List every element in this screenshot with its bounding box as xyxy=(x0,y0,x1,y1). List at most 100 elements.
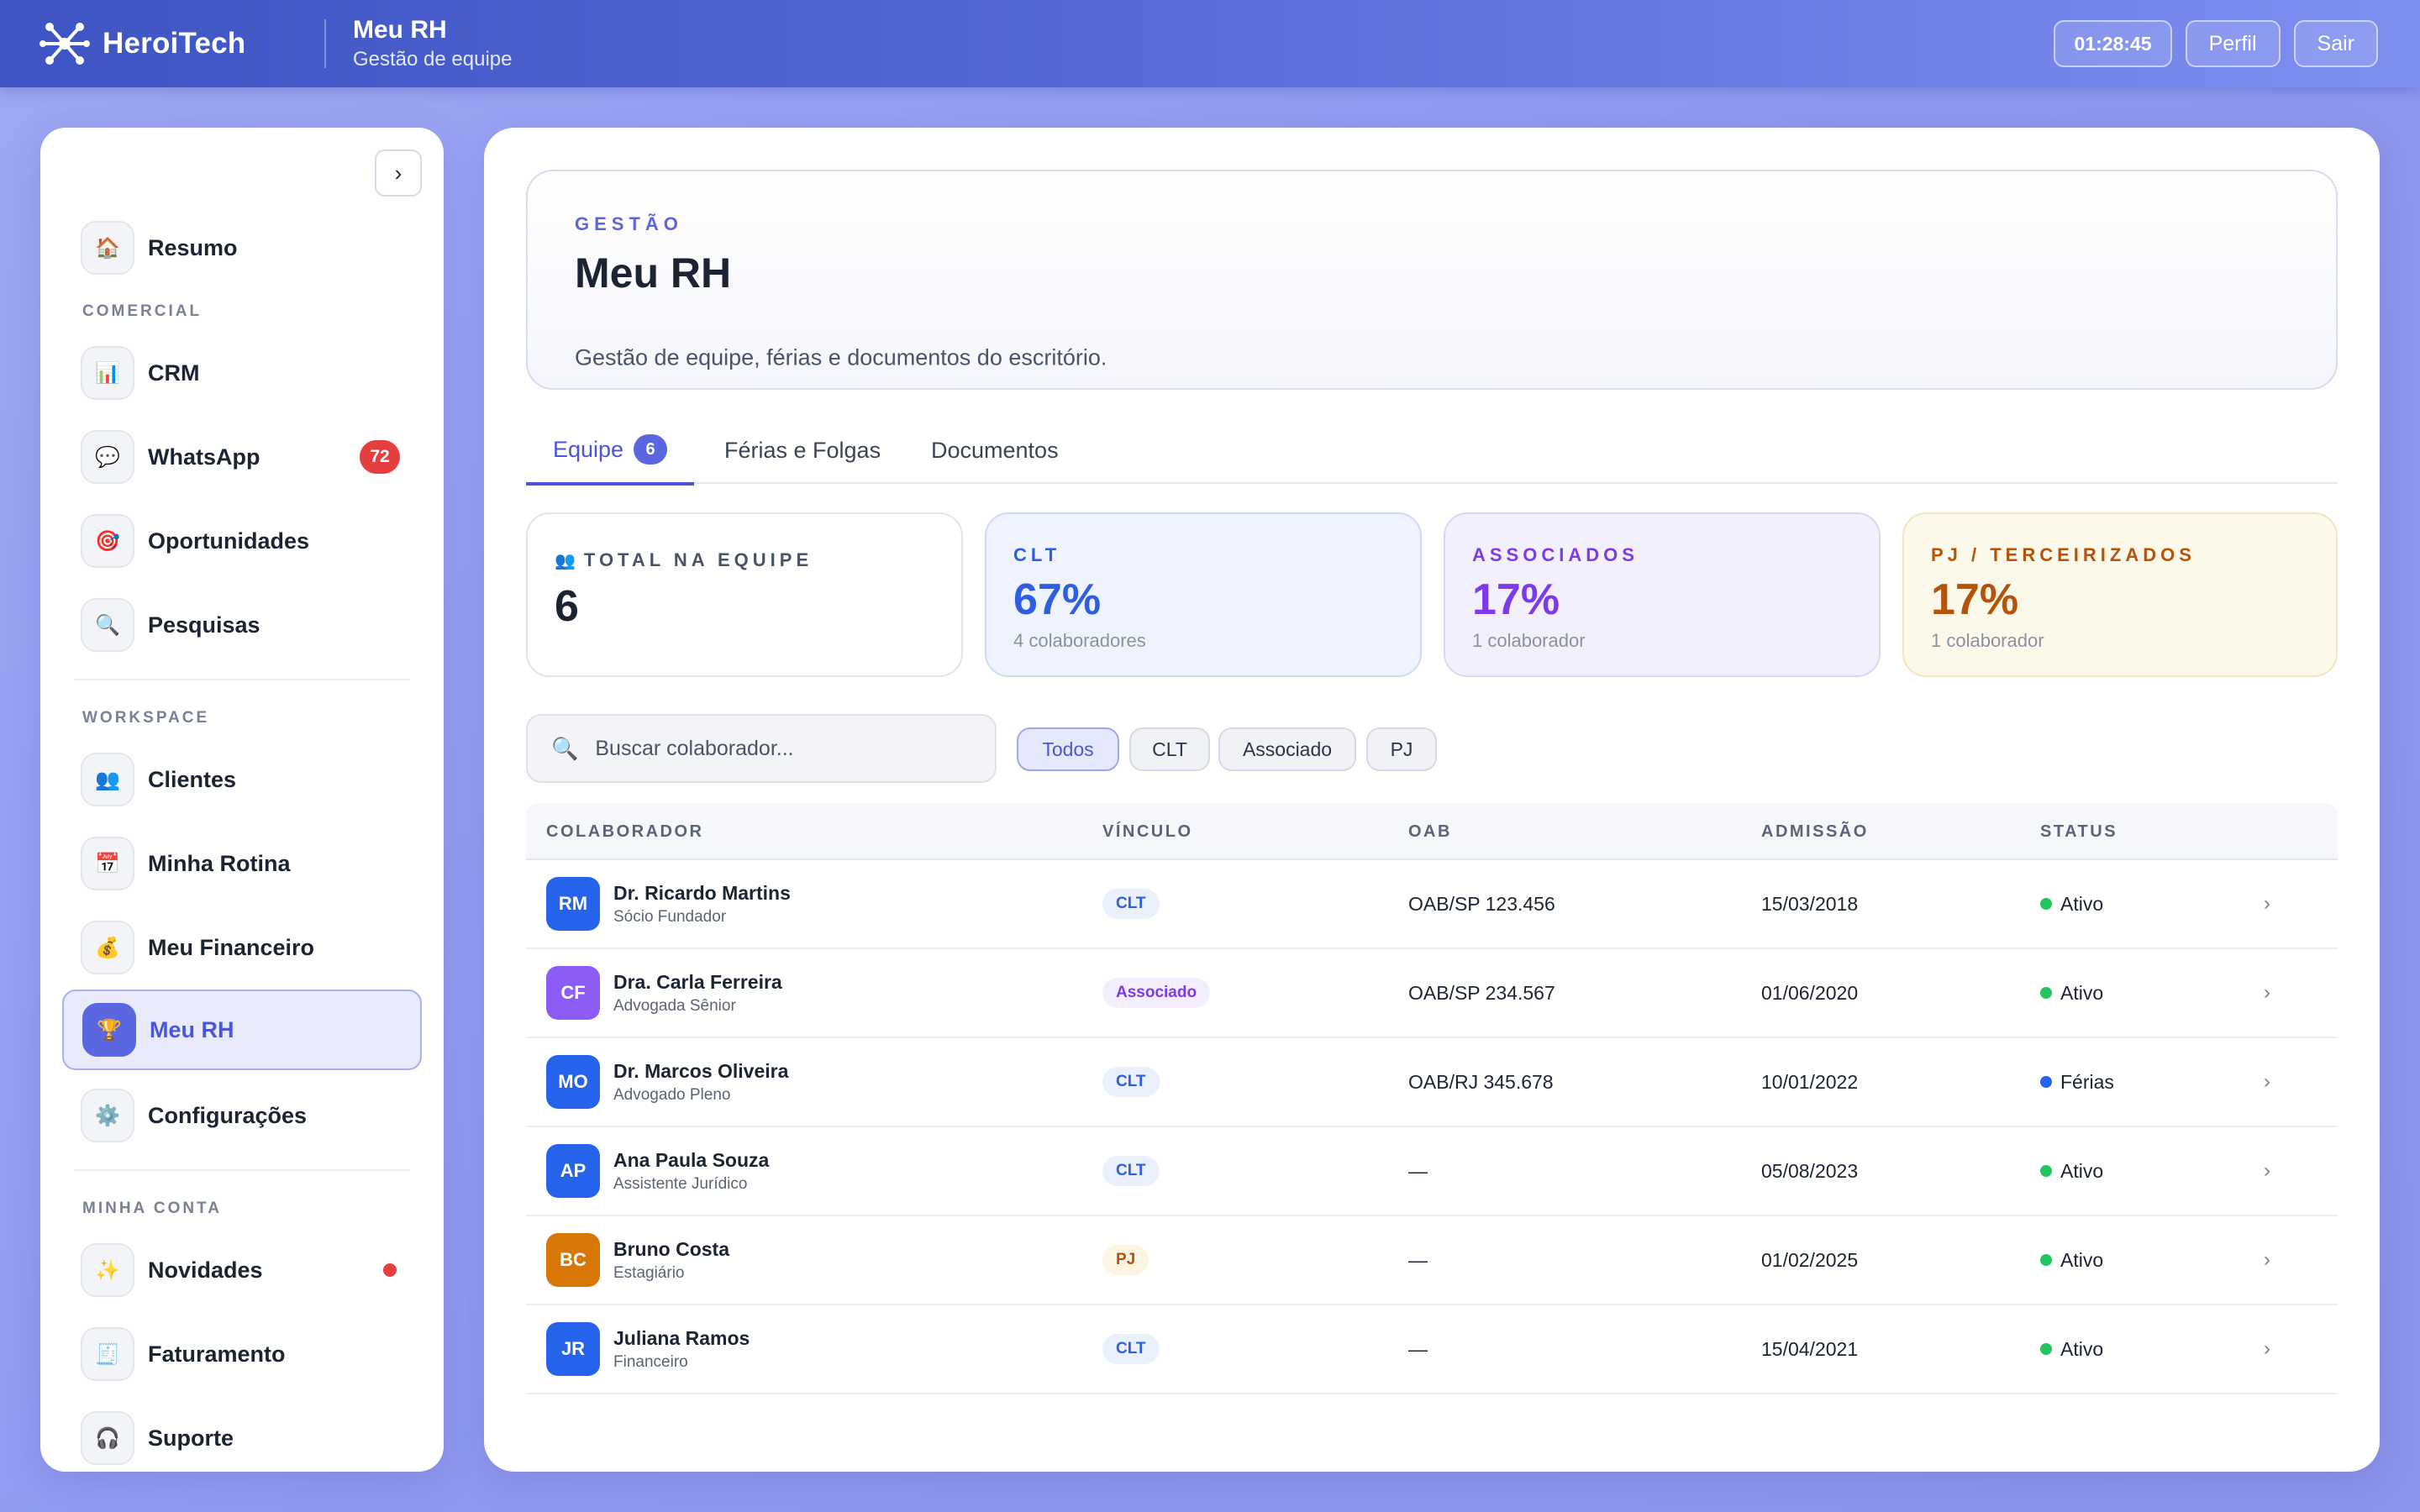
target-icon: 🎯 xyxy=(81,514,134,568)
sidebar-item-label: Meu RH xyxy=(150,1016,234,1042)
table-row[interactable]: JR Juliana Ramos Financeiro CLT — 15/04/… xyxy=(526,1305,2338,1394)
sidebar-item-label: CRM xyxy=(148,360,200,386)
avatar: MO xyxy=(546,1055,600,1109)
sidebar-item-label: Clientes xyxy=(148,766,237,792)
stat-value: 67% xyxy=(1013,575,1102,624)
sidebar-item-clientes[interactable]: 👥 Clientes xyxy=(62,739,422,820)
logout-button[interactable]: Sair xyxy=(2293,20,2378,67)
sidebar-item-resumo[interactable]: 🏠 Resumo xyxy=(62,207,422,288)
sidebar-divider xyxy=(74,679,410,680)
vinculo-badge: CLT xyxy=(1102,1156,1160,1186)
stat-value: 17% xyxy=(1931,575,2019,624)
chevron-right-icon[interactable]: › xyxy=(2264,1216,2270,1304)
heroitech-logo-icon xyxy=(39,23,90,65)
sidebar-item-label: Oportunidades xyxy=(148,528,310,554)
tab-ferias-e-folgas[interactable]: Férias e Folgas xyxy=(724,417,881,484)
sidebar-section-workspace: WORKSPACE xyxy=(82,709,210,727)
table-row[interactable]: AP Ana Paula Souza Assistente Jurídico C… xyxy=(526,1127,2338,1216)
chat-bubble-icon: 💬 xyxy=(81,430,134,484)
search-box: 🔍 xyxy=(526,714,997,783)
sidebar-item-minha-rotina[interactable]: 📅 Minha Rotina xyxy=(62,823,422,904)
sidebar-item-meu-financeiro[interactable]: 💰 Meu Financeiro xyxy=(62,907,422,988)
filter-pj[interactable]: PJ xyxy=(1366,727,1437,771)
oab-cell: OAB/SP 123.456 xyxy=(1408,892,1555,915)
column-header-vinculo[interactable]: VÍNCULO xyxy=(1102,803,1193,860)
tab-documentos[interactable]: Documentos xyxy=(931,417,1059,484)
admissao-cell: 05/08/2023 xyxy=(1761,1159,1859,1182)
search-input[interactable] xyxy=(595,736,965,761)
sidebar-item-configuracoes[interactable]: ⚙️ Configurações xyxy=(62,1075,422,1156)
status-text: Ativo xyxy=(2060,981,2104,1004)
status-text: Ativo xyxy=(2060,892,2104,915)
profile-button[interactable]: Perfil xyxy=(2185,20,2281,67)
users-icon: 👥 xyxy=(81,753,134,806)
status-dot xyxy=(2040,898,2052,910)
filter-clt[interactable]: CLT xyxy=(1129,727,1210,771)
table-row[interactable]: CF Dra. Carla Ferreira Advogada Sênior A… xyxy=(526,949,2338,1038)
oab-cell: OAB/SP 234.567 xyxy=(1408,981,1555,1004)
sidebar-item-label: Resumo xyxy=(148,234,238,260)
stat-label: CLT xyxy=(1013,544,1061,565)
status-cell: Ativo xyxy=(2040,860,2103,948)
table-row[interactable]: BC Bruno Costa Estagiário PJ — 01/02/202… xyxy=(526,1216,2338,1305)
sidebar-item-label: Faturamento xyxy=(148,1341,286,1367)
chevron-right-icon[interactable]: › xyxy=(2264,1305,2270,1393)
avatar: JR xyxy=(546,1322,600,1376)
column-header-colaborador[interactable]: COLABORADOR xyxy=(546,803,704,860)
status-cell: Ativo xyxy=(2040,1305,2103,1393)
filter-associado[interactable]: Associado xyxy=(1218,727,1356,771)
chevron-right-icon[interactable]: › xyxy=(2264,860,2270,948)
stat-label: 👥 TOTAL NA EQUIPE xyxy=(555,549,813,570)
stat-card-pj: PJ / TERCEIRIZADOS 17% 1 colaborador xyxy=(1902,512,2338,677)
chevron-right-icon[interactable]: › xyxy=(2264,1038,2270,1126)
chevron-right-icon[interactable]: › xyxy=(2264,949,2270,1037)
employee-name: Juliana Ramos xyxy=(613,1326,750,1349)
sidebar-collapse-button[interactable]: › xyxy=(375,150,422,197)
topbar-title: Meu RH xyxy=(353,16,447,44)
sidebar-item-oportunidades[interactable]: 🎯 Oportunidades xyxy=(62,501,422,581)
column-header-status[interactable]: STATUS xyxy=(2040,803,2118,860)
users-icon: 👥 xyxy=(555,552,576,570)
oab-cell: — xyxy=(1408,1159,1428,1182)
unread-count-badge: 72 xyxy=(360,440,400,474)
employees-table: COLABORADOR VÍNCULO OAB ADMISSÃO STATUS … xyxy=(526,803,2338,1394)
stat-label: ASSOCIADOS xyxy=(1472,544,1639,565)
admissao-cell: 15/04/2021 xyxy=(1761,1337,1859,1360)
calendar-icon: 📅 xyxy=(81,837,134,890)
sidebar-item-novidades[interactable]: ✨ Novidades xyxy=(62,1230,422,1310)
employee-role: Financeiro xyxy=(613,1352,688,1371)
sidebar-item-meu-rh[interactable]: 🏆 Meu RH xyxy=(62,990,422,1070)
session-timer[interactable]: 01:28:45 xyxy=(2054,20,2172,67)
page-header-card: GESTÃO Meu RH Gestão de equipe, férias e… xyxy=(526,170,2338,390)
sidebar-item-pesquisas[interactable]: 🔍 Pesquisas xyxy=(62,585,422,665)
page-kicker: GESTÃO xyxy=(575,213,683,234)
tab-bar: Equipe 6 Férias e Folgas Documentos xyxy=(526,417,2338,486)
chevron-right-icon[interactable]: › xyxy=(2264,1127,2270,1215)
column-header-oab[interactable]: OAB xyxy=(1408,803,1452,860)
sparkles-icon: ✨ xyxy=(81,1243,134,1297)
brand[interactable]: HeroiTech xyxy=(39,18,324,70)
page-title: Meu RH xyxy=(575,249,732,297)
sidebar-item-faturamento[interactable]: 🧾 Faturamento xyxy=(62,1314,422,1394)
table-row[interactable]: RM Dr. Ricardo Martins Sócio Fundador CL… xyxy=(526,860,2338,949)
sidebar-item-label: Suporte xyxy=(148,1425,234,1451)
filter-todos[interactable]: Todos xyxy=(1017,727,1119,771)
status-cell: Ativo xyxy=(2040,1127,2103,1215)
sidebar-section-minha-conta: MINHA CONTA xyxy=(82,1200,222,1217)
sidebar-item-label: Novidades xyxy=(148,1257,263,1283)
employee-cell: MO Dr. Marcos Oliveira Advogado Pleno xyxy=(546,1038,788,1126)
tab-equipe[interactable]: Equipe 6 xyxy=(526,417,694,486)
employee-name: Dra. Carla Ferreira xyxy=(613,970,782,993)
sidebar-item-suporte[interactable]: 🎧 Suporte xyxy=(62,1398,422,1472)
vinculo-badge: CLT xyxy=(1102,889,1160,919)
vinculo-cell: CLT xyxy=(1102,1305,1160,1393)
sidebar-item-crm[interactable]: 📊 CRM xyxy=(62,333,422,413)
column-header-admissao[interactable]: ADMISSÃO xyxy=(1761,803,1869,860)
table-row[interactable]: MO Dr. Marcos Oliveira Advogado Pleno CL… xyxy=(526,1038,2338,1127)
status-dot xyxy=(2040,1165,2052,1177)
stat-subtext: 1 colaborador xyxy=(1472,630,1586,651)
status-text: Férias xyxy=(2060,1070,2114,1093)
topbar-subtitle: Gestão de equipe xyxy=(353,48,513,71)
sidebar-item-whatsapp[interactable]: 💬 WhatsApp 72 xyxy=(62,417,422,497)
stat-subtext: 4 colaboradores xyxy=(1013,630,1146,651)
